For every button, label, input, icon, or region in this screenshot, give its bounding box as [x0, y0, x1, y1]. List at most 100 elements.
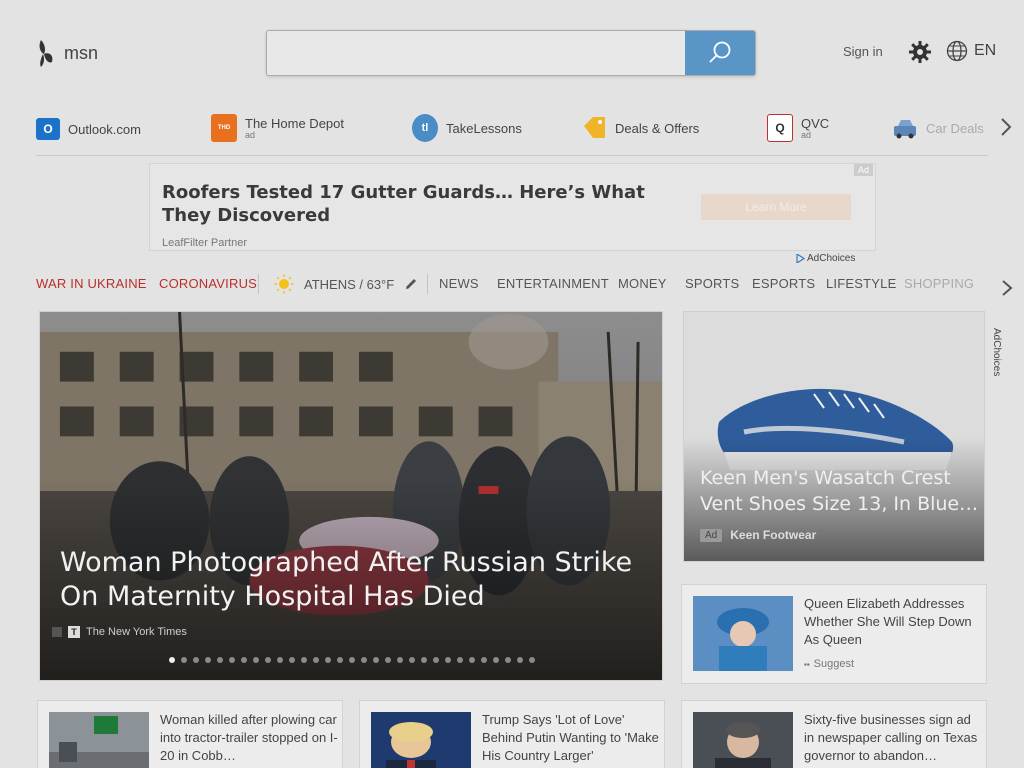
hero-source: T The New York Times: [52, 626, 187, 638]
news-card[interactable]: Sixty-five businesses sign ad in newspap…: [681, 700, 987, 768]
nav-esports[interactable]: ESPORTS: [752, 276, 815, 291]
quicklink-label: TakeLessons: [446, 120, 522, 136]
carousel-dot[interactable]: [481, 657, 487, 663]
nav-war-in-ukraine[interactable]: WAR IN UKRAINE: [36, 276, 147, 291]
quicklink-qvc[interactable]: Q QVC ad: [767, 114, 829, 142]
carousel-dot[interactable]: [205, 657, 211, 663]
carousel-dot[interactable]: [229, 657, 235, 663]
news-card[interactable]: Woman killed after plowing car into trac…: [37, 700, 343, 768]
ad-banner-title[interactable]: Roofers Tested 17 Gutter Guards… Here’s …: [162, 181, 682, 227]
hero-story[interactable]: Woman Photographed After Russian Strike …: [39, 311, 663, 681]
edit-pencil-icon[interactable]: [404, 277, 418, 291]
carousel-dot[interactable]: [193, 657, 199, 663]
nav-sports[interactable]: SPORTS: [685, 276, 739, 291]
carousel-dot[interactable]: [373, 657, 379, 663]
quicklink-car-deals[interactable]: Car Deals: [892, 114, 984, 142]
carousel-dot[interactable]: [385, 657, 391, 663]
ad-card-title[interactable]: Keen Men's Wasatch Crest Vent Shoes Size…: [700, 465, 980, 517]
carousel-dot[interactable]: [457, 657, 463, 663]
card-source: ▪▪ Suggest: [804, 658, 854, 670]
nav-coronavirus[interactable]: CORONAVIRUS: [159, 276, 257, 291]
carousel-dot[interactable]: [361, 657, 367, 663]
nav-news[interactable]: NEWS: [439, 276, 479, 291]
quick-links-bar: O Outlook.com THD The Home Depot ad tl T…: [36, 112, 988, 156]
carousel-dot[interactable]: [241, 657, 247, 663]
car-icon: [894, 120, 916, 139]
card-source-label: Suggest: [813, 658, 855, 670]
adchoices-link[interactable]: AdChoices: [796, 253, 855, 264]
quicklink-label: The Home Depot: [245, 116, 344, 131]
quicklink-label: Outlook.com: [68, 121, 141, 137]
quicklink-outlook[interactable]: O Outlook.com: [36, 118, 141, 140]
card-title[interactable]: Sixty-five businesses sign ad in newspap…: [804, 711, 982, 765]
hero-title[interactable]: Woman Photographed After Russian Strike …: [60, 546, 650, 614]
nav-entertainment[interactable]: ENTERTAINMENT: [497, 276, 609, 291]
carousel-dot[interactable]: [325, 657, 331, 663]
carousel-dot[interactable]: [313, 657, 319, 663]
carousel-dot[interactable]: [181, 657, 187, 663]
learn-more-button[interactable]: Learn More: [701, 194, 851, 220]
carousel-dot[interactable]: [409, 657, 415, 663]
carousel-dot[interactable]: [337, 657, 343, 663]
carousel-dot[interactable]: [301, 657, 307, 663]
sign-in-link[interactable]: Sign in: [843, 44, 883, 59]
ad-label: ad: [245, 130, 256, 140]
language-selector[interactable]: EN: [946, 40, 996, 62]
carousel-dot[interactable]: [445, 657, 451, 663]
msn-logo[interactable]: msn: [36, 38, 98, 68]
quicklink-deals-offers[interactable]: Deals & Offers: [581, 114, 699, 142]
ad-card[interactable]: Keen Men's Wasatch Crest Vent Shoes Size…: [683, 311, 985, 562]
hero-image: [40, 312, 662, 680]
quicklinks-next-chevron-icon[interactable]: [998, 116, 1014, 138]
carousel-dot[interactable]: [217, 657, 223, 663]
news-card[interactable]: Queen Elizabeth Addresses Whether She Wi…: [681, 584, 987, 684]
ad-tag: Ad: [700, 528, 723, 542]
globe-icon: [946, 40, 968, 62]
carousel-dot[interactable]: [433, 657, 439, 663]
card-thumbnail: [693, 712, 793, 768]
nav-lifestyle[interactable]: LIFESTYLE: [826, 276, 896, 291]
ad-tag: Ad: [853, 164, 873, 176]
ad-banner[interactable]: Roofers Tested 17 Gutter Guards… Here’s …: [149, 163, 876, 251]
card-title[interactable]: Woman killed after plowing car into trac…: [160, 711, 338, 765]
carousel-dot[interactable]: [421, 657, 427, 663]
category-nav: WAR IN UKRAINE CORONAVIRUS ATHENS / 63°F…: [36, 274, 996, 296]
nyt-logo-icon: T: [68, 626, 80, 638]
msn-butterfly-icon: [39, 40, 53, 67]
nav-money[interactable]: MONEY: [618, 276, 667, 291]
ad-card-meta: Ad Keen Footwear: [700, 528, 816, 542]
carousel-dot[interactable]: [277, 657, 283, 663]
card-thumbnail: [371, 712, 471, 768]
carousel-dot[interactable]: [397, 657, 403, 663]
carousel-dot[interactable]: [493, 657, 499, 663]
adchoices-icon: [796, 254, 805, 263]
search-icon: [709, 41, 731, 63]
weather-widget[interactable]: ATHENS / 63°F: [274, 274, 418, 294]
carousel-dot[interactable]: [169, 657, 175, 663]
search-box: [266, 30, 756, 76]
gear-icon[interactable]: [908, 40, 932, 64]
carousel-dot[interactable]: [349, 657, 355, 663]
quicklink-label: Car Deals: [926, 120, 984, 136]
quicklink-takelessons[interactable]: tl TakeLessons: [412, 114, 522, 142]
ad-banner-source: LeafFilter Partner: [162, 237, 247, 249]
category-next-chevron-icon[interactable]: [1000, 279, 1014, 297]
carousel-dot[interactable]: [253, 657, 259, 663]
carousel-dot[interactable]: [265, 657, 271, 663]
search-button[interactable]: [685, 31, 755, 75]
carousel-dot[interactable]: [505, 657, 511, 663]
tag-icon: [584, 117, 605, 138]
adchoices-vertical-link[interactable]: AdChoices: [990, 318, 1004, 378]
search-input[interactable]: [267, 31, 685, 75]
card-title[interactable]: Queen Elizabeth Addresses Whether She Wi…: [804, 595, 982, 649]
sun-icon: [274, 274, 294, 294]
quicklink-home-depot[interactable]: THD The Home Depot ad: [211, 114, 344, 142]
carousel-dot[interactable]: [289, 657, 295, 663]
carousel-dot[interactable]: [517, 657, 523, 663]
carousel-dot[interactable]: [529, 657, 535, 663]
carousel-dot[interactable]: [469, 657, 475, 663]
nav-shopping[interactable]: SHOPPING: [904, 276, 974, 291]
card-title[interactable]: Trump Says 'Lot of Love' Behind Putin Wa…: [482, 711, 660, 765]
news-card[interactable]: Trump Says 'Lot of Love' Behind Putin Wa…: [359, 700, 665, 768]
outlook-icon: O: [36, 118, 60, 140]
